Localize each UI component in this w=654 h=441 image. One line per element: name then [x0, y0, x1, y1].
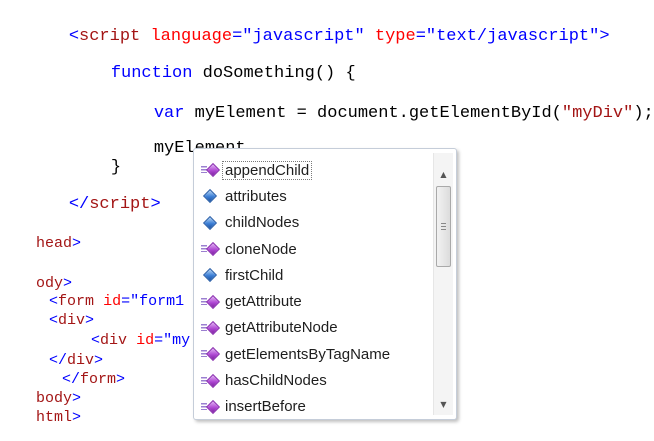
- scroll-up-icon[interactable]: ▲: [434, 165, 453, 183]
- completion-item-label: cloneNode: [225, 240, 297, 258]
- completion-item[interactable]: attributes: [198, 183, 426, 209]
- completion-item-label: attributes: [225, 187, 287, 205]
- completion-item-label: insertBefore: [225, 398, 306, 416]
- method-icon: [201, 399, 221, 415]
- method-icon: [201, 346, 221, 362]
- completion-item[interactable]: cloneNode: [198, 236, 426, 262]
- method-icon: [201, 162, 221, 178]
- completion-item[interactable]: getAttribute: [198, 288, 426, 314]
- tag-name: html: [36, 409, 73, 426]
- tag-bracket: >: [72, 235, 82, 252]
- completion-item-label: getElementsByTagName: [225, 345, 391, 363]
- attr-equals: =: [232, 27, 243, 46]
- string-literal: "myDiv": [561, 104, 634, 123]
- keyword: var: [153, 104, 185, 123]
- completion-list[interactable]: appendChild attributes childNodes cloneNode…: [198, 157, 426, 420]
- completion-item[interactable]: insertBefore: [198, 394, 426, 420]
- completion-item-label: hasChildNodes: [225, 372, 327, 390]
- completion-item-label: getAttributeNode: [225, 319, 338, 337]
- completion-item-label: firstChild: [225, 266, 284, 284]
- attr-equals: =: [121, 293, 131, 310]
- completion-item-label: appendChild: [222, 160, 313, 180]
- attr-equals: =: [415, 27, 426, 46]
- completion-item[interactable]: getElementsByTagName: [198, 341, 426, 367]
- code-line: head>: [0, 221, 81, 266]
- completion-item[interactable]: hasChildNodes: [198, 367, 426, 393]
- tag-name: div: [100, 332, 128, 349]
- method-icon: [201, 294, 221, 310]
- attr-name: id: [136, 332, 155, 349]
- tag-bracket: >: [599, 27, 610, 46]
- attr-value: "javascript": [242, 27, 365, 46]
- tag-bracket: >: [150, 195, 161, 214]
- attr-value: "form1: [130, 293, 185, 310]
- code-text: doSomething() {: [202, 64, 356, 83]
- property-icon: [201, 188, 221, 204]
- tag-name: form: [80, 371, 117, 388]
- method-icon: [201, 241, 221, 257]
- completion-item[interactable]: childNodes: [198, 210, 426, 236]
- attr-value: "text/javascript": [425, 27, 600, 46]
- code-text: );: [633, 104, 654, 123]
- completion-item-label: childNodes: [225, 214, 300, 232]
- scroll-down-icon[interactable]: ▼: [434, 395, 453, 413]
- property-icon: [201, 267, 221, 283]
- property-icon: [201, 215, 221, 231]
- completion-item[interactable]: getAttributeNode: [198, 315, 426, 341]
- intellisense-popup[interactable]: appendChild attributes childNodes cloneNode…: [193, 148, 457, 420]
- tag-name: head: [36, 235, 73, 252]
- tag-bracket: <: [68, 27, 80, 46]
- completion-item[interactable]: appendChild: [198, 157, 426, 183]
- attr-name: id: [103, 293, 122, 310]
- tag-bracket: </: [68, 195, 90, 214]
- attr-equals: =: [154, 332, 164, 349]
- code-text: myElement = document.getElementById(: [194, 104, 562, 123]
- attr-value: "my: [163, 332, 191, 349]
- tag-bracket: >: [116, 371, 126, 388]
- code-text: }: [110, 158, 122, 177]
- method-icon: [201, 373, 221, 389]
- completion-scrollbar[interactable]: ▲ ▼: [433, 153, 453, 415]
- completion-item-label: getAttribute: [225, 293, 302, 311]
- tag-name: script: [89, 195, 151, 214]
- scrollbar-thumb[interactable]: [436, 186, 451, 267]
- tag-bracket: >: [72, 409, 82, 426]
- keyword: function: [110, 64, 193, 83]
- grip-icon: [441, 223, 446, 230]
- completion-item[interactable]: firstChild: [198, 262, 426, 288]
- attr-name: type: [374, 27, 416, 46]
- attr-name: language: [150, 27, 233, 46]
- tag-name: script: [79, 27, 141, 46]
- method-icon: [201, 320, 221, 336]
- code-line: html>: [0, 395, 81, 440]
